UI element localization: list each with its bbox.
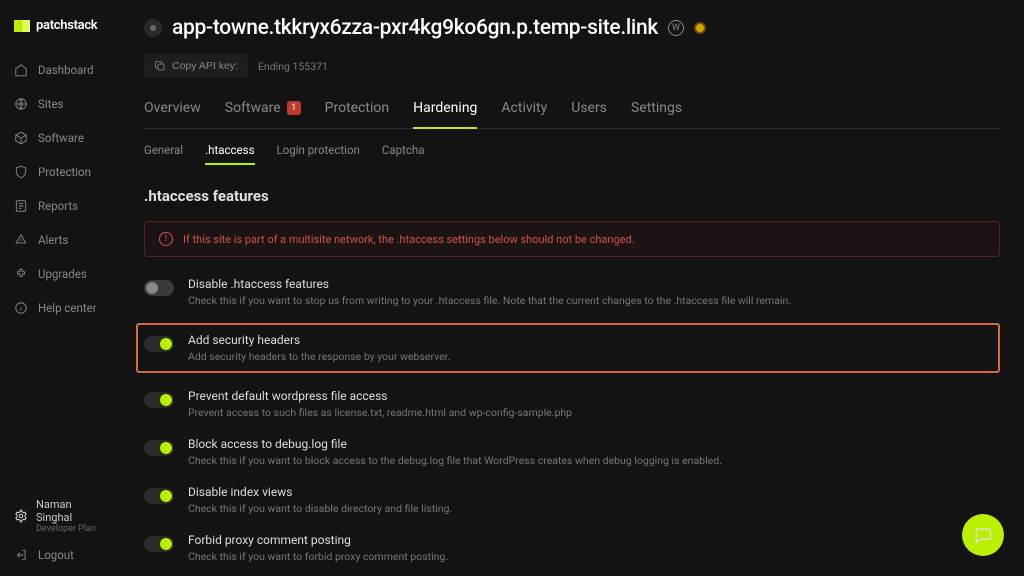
package-icon — [14, 131, 28, 145]
toggle-switch[interactable] — [144, 440, 174, 456]
home-icon — [14, 63, 28, 77]
gear-icon — [14, 509, 28, 523]
user-name: Naman Singhal — [36, 498, 106, 524]
sidebar-item-label: Software — [38, 131, 84, 145]
sidebar-item-label: Alerts — [38, 233, 68, 247]
toggle-switch[interactable] — [144, 392, 174, 408]
subtab-htaccess[interactable]: .htaccess — [205, 143, 254, 165]
wordpress-icon: W — [668, 20, 684, 36]
toggle-switch[interactable] — [144, 280, 174, 296]
brand-logo[interactable]: patchstack — [0, 18, 120, 53]
main-content: app-towne.tkkryx6zza-pxr4kg9ko6gn.p.temp… — [120, 0, 1024, 576]
toggle-desc: Check this if you want to block access t… — [188, 454, 722, 467]
toggle-title: Disable .htaccess features — [188, 277, 791, 291]
api-key-row: Copy API key: Ending 155371 — [144, 54, 1000, 78]
tab-overview[interactable]: Overview — [144, 100, 201, 128]
logout-button[interactable]: Logout — [14, 548, 106, 562]
tab-users[interactable]: Users — [571, 100, 607, 128]
sidebar-item-alerts[interactable]: Alerts — [0, 223, 120, 257]
toggle-desc: Prevent access to such files as license.… — [188, 406, 572, 419]
toggle-security-headers: Add security headers Add security header… — [136, 323, 1000, 373]
sidebar-item-upgrades[interactable]: Upgrades — [0, 257, 120, 291]
globe-icon — [14, 97, 28, 111]
multisite-warning: ! If this site is part of a multisite ne… — [144, 221, 1000, 257]
subtab-general[interactable]: General — [144, 143, 183, 165]
sidebar-item-software[interactable]: Software — [0, 121, 120, 155]
section-title: .htaccess features — [144, 187, 1000, 205]
tab-hardening[interactable]: Hardening — [413, 100, 477, 128]
status-indicator-icon — [144, 19, 162, 37]
toggle-switch[interactable] — [144, 488, 174, 504]
sidebar-footer: Naman Singhal Developer Plan Logout — [0, 488, 120, 576]
user-plan: Developer Plan — [36, 524, 106, 534]
toggle-desc: Check this if you want to disable direct… — [188, 502, 452, 515]
sidebar-item-dashboard[interactable]: Dashboard — [0, 53, 120, 87]
toggle-block-debuglog: Block access to debug.log file Check thi… — [144, 435, 1000, 469]
sidebar-item-label: Protection — [38, 165, 91, 179]
sub-tabs: General .htaccess Login protection Captc… — [144, 143, 1000, 165]
chat-fab[interactable] — [962, 514, 1004, 556]
toggle-disable-index: Disable index views Check this if you wa… — [144, 483, 1000, 517]
chat-icon — [973, 525, 993, 545]
user-block[interactable]: Naman Singhal Developer Plan — [14, 498, 106, 534]
sidebar-item-label: Upgrades — [38, 267, 87, 281]
toggle-switch[interactable] — [144, 536, 174, 552]
logout-icon — [14, 548, 28, 562]
sidebar-item-reports[interactable]: Reports — [0, 189, 120, 223]
sidebar-item-protection[interactable]: Protection — [0, 155, 120, 189]
sidebar: patchstack Dashboard Sites Software Prot… — [0, 0, 120, 576]
toggle-desc: Add security headers to the response by … — [188, 350, 450, 363]
puzzle-icon — [14, 267, 28, 281]
api-key-ending: Ending 155371 — [258, 60, 328, 73]
main-tabs: Overview Software1 Protection Hardening … — [144, 100, 1000, 129]
warning-text: If this site is part of a multisite netw… — [183, 233, 635, 246]
env-status-icon — [694, 22, 706, 34]
bell-icon — [14, 233, 28, 247]
tab-protection[interactable]: Protection — [325, 100, 389, 128]
sidebar-item-label: Reports — [38, 199, 78, 213]
sidebar-nav: Dashboard Sites Software Protection Repo… — [0, 53, 120, 488]
copy-api-label: Copy API key: — [172, 60, 238, 72]
toggle-title: Block access to debug.log file — [188, 437, 722, 451]
toggle-desc: Check this if you want to stop us from w… — [188, 294, 791, 307]
subtab-login-protection[interactable]: Login protection — [277, 143, 360, 165]
site-url: app-towne.tkkryx6zza-pxr4kg9ko6gn.p.temp… — [172, 16, 658, 40]
tab-badge: 1 — [287, 101, 301, 115]
toggle-title: Disable index views — [188, 485, 452, 499]
sidebar-item-label: Help center — [38, 301, 97, 315]
tab-software[interactable]: Software1 — [225, 100, 301, 128]
logo-icon — [14, 20, 30, 32]
toggle-disable-htaccess: Disable .htaccess features Check this if… — [144, 275, 1000, 309]
warning-icon: ! — [159, 232, 173, 246]
sidebar-item-help[interactable]: Help center — [0, 291, 120, 325]
toggle-forbid-proxy: Forbid proxy comment posting Check this … — [144, 531, 1000, 565]
toggle-list: Disable .htaccess features Check this if… — [144, 275, 1000, 576]
subtab-captcha[interactable]: Captcha — [382, 143, 425, 165]
tab-settings[interactable]: Settings — [631, 100, 682, 128]
shield-icon — [14, 165, 28, 179]
page-header: app-towne.tkkryx6zza-pxr4kg9ko6gn.p.temp… — [144, 16, 1000, 40]
report-icon — [14, 199, 28, 213]
copy-api-key-button[interactable]: Copy API key: — [144, 54, 248, 78]
toggle-prevent-file-access: Prevent default wordpress file access Pr… — [144, 387, 1000, 421]
toggle-title: Forbid proxy comment posting — [188, 533, 448, 547]
brand-name: patchstack — [36, 18, 97, 33]
logout-label: Logout — [38, 548, 74, 562]
sidebar-item-label: Sites — [38, 97, 63, 111]
sidebar-item-label: Dashboard — [38, 63, 94, 77]
copy-icon — [154, 60, 166, 72]
toggle-switch[interactable] — [144, 336, 174, 352]
sidebar-item-sites[interactable]: Sites — [0, 87, 120, 121]
toggle-title: Add security headers — [188, 333, 450, 347]
toggle-desc: Check this if you want to forbid proxy c… — [188, 550, 448, 563]
tab-activity[interactable]: Activity — [501, 100, 547, 128]
toggle-title: Prevent default wordpress file access — [188, 389, 572, 403]
info-icon — [14, 301, 28, 315]
